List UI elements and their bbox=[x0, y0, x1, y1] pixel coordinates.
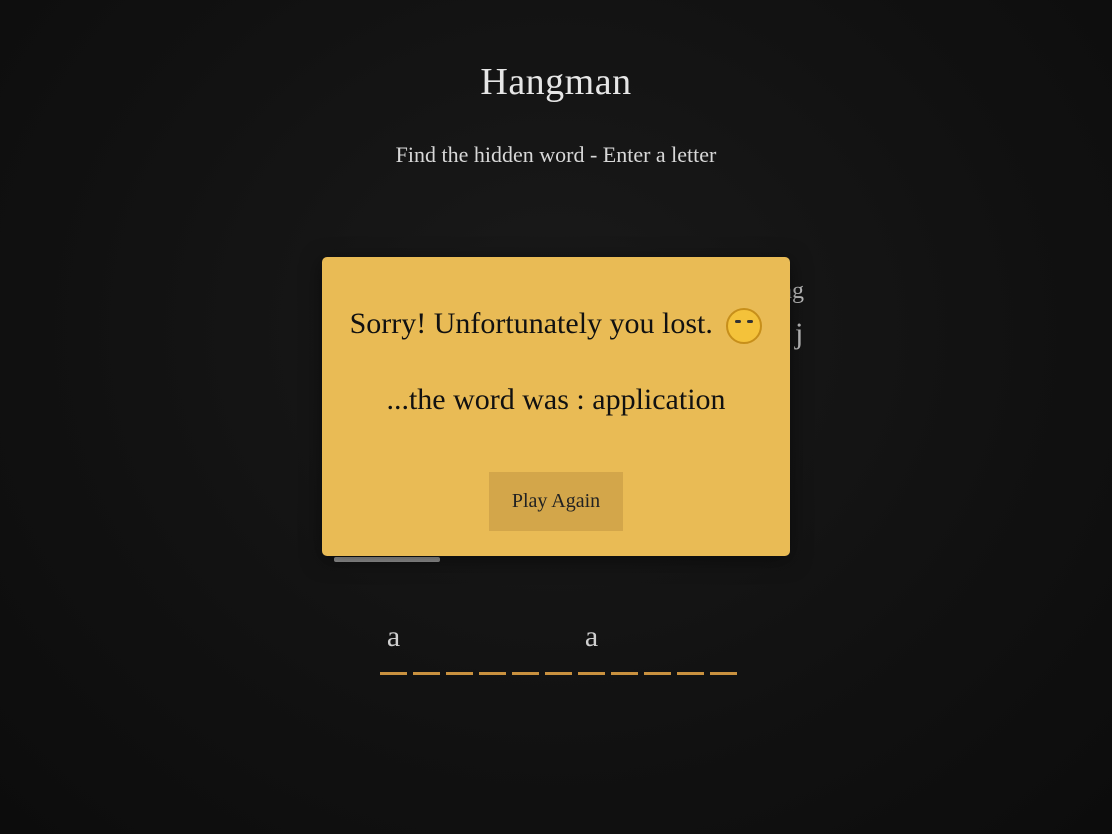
letter-slot bbox=[512, 620, 539, 675]
result-message: Sorry! Unfortunately you lost. bbox=[322, 307, 790, 345]
result-modal: Sorry! Unfortunately you lost. ...the wo… bbox=[322, 257, 790, 556]
letter-slot: a bbox=[380, 620, 407, 675]
page-subtitle: Find the hidden word - Enter a letter bbox=[395, 142, 717, 167]
letter-slot: a bbox=[578, 620, 605, 675]
letter-slot bbox=[479, 620, 506, 675]
word-container: a a bbox=[380, 620, 737, 675]
letter-slot bbox=[446, 620, 473, 675]
gallows-base bbox=[334, 557, 440, 562]
revealed-word: ...the word was : application bbox=[386, 383, 726, 416]
letter-slot bbox=[545, 620, 572, 675]
letter-slot bbox=[611, 620, 638, 675]
play-again-button[interactable]: Play Again bbox=[489, 472, 623, 531]
letter-slot bbox=[413, 620, 440, 675]
result-message-text: Sorry! Unfortunately you lost. bbox=[349, 307, 713, 340]
letter-slot bbox=[677, 620, 704, 675]
letter: a bbox=[386, 620, 401, 653]
page-title: Hangman bbox=[480, 61, 632, 103]
letter-slot bbox=[644, 620, 671, 675]
letter-slot bbox=[710, 620, 737, 675]
loudly-crying-face-icon bbox=[726, 308, 763, 345]
letter: a bbox=[584, 620, 599, 653]
